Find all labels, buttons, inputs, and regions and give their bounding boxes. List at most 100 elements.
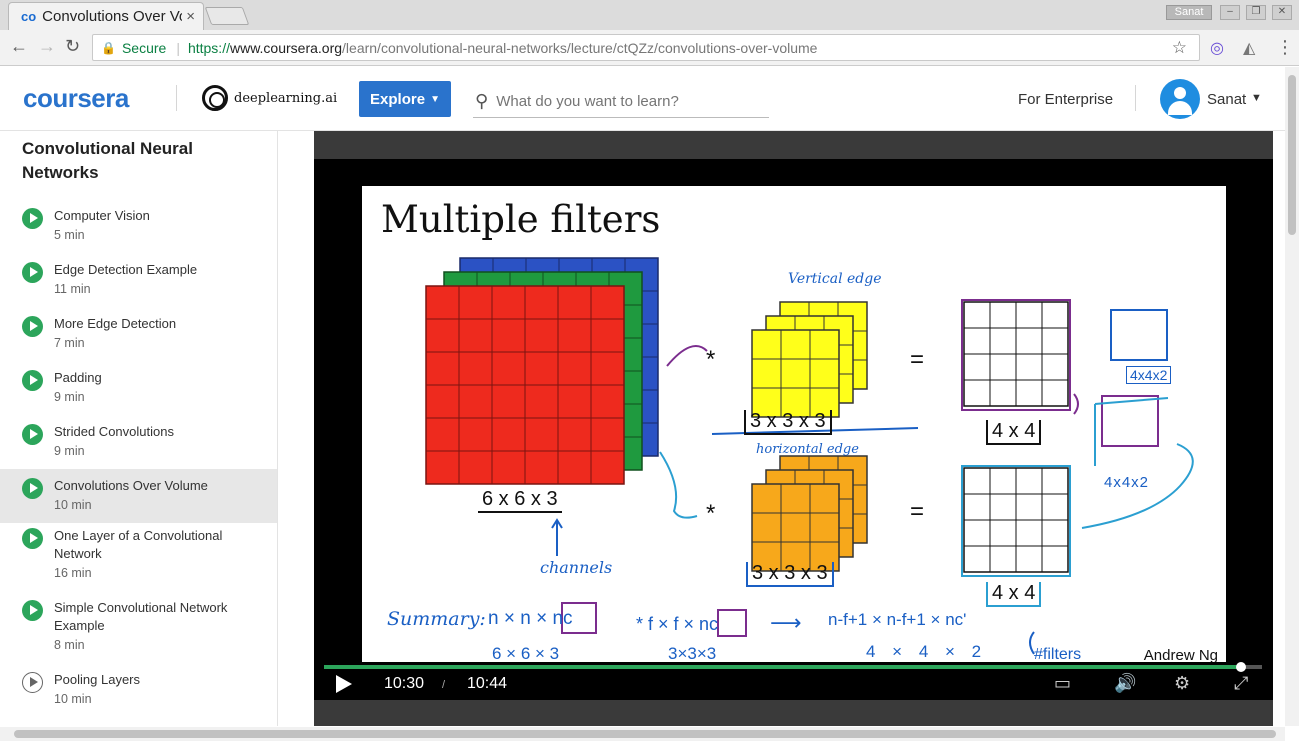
summary-arrow: ⟶: [770, 610, 802, 635]
avatar-body-icon: [1168, 101, 1192, 115]
partner-name: deeplearning.ai: [234, 90, 338, 106]
horizontal-scroll-thumb[interactable]: [14, 730, 1276, 738]
user-menu-caret-icon[interactable]: ▼: [1251, 92, 1262, 104]
subtitles-icon[interactable]: ▭: [1054, 673, 1071, 694]
lesson-duration: 7 min: [54, 336, 85, 350]
deeplearning-logo[interactable]: deeplearning.ai: [202, 85, 337, 111]
summary-eq3: n-f+1 × n-f+1 × nc': [828, 610, 967, 629]
bookmark-star-icon[interactable]: ☆: [1172, 38, 1187, 58]
lesson-name: Convolutions Over Volume: [54, 478, 208, 493]
minimize-window-icon[interactable]: –: [1220, 5, 1240, 20]
url-separator: |: [176, 39, 180, 56]
reload-icon[interactable]: ↻: [65, 36, 80, 57]
current-time: 10:30: [384, 675, 425, 692]
forward-arrow-icon[interactable]: →: [38, 36, 56, 57]
lesson-name: Padding: [54, 370, 102, 385]
equals-symbol-2: =: [910, 498, 925, 525]
close-window-icon[interactable]: ✕: [1272, 5, 1292, 20]
play-circle-icon: [22, 600, 43, 621]
new-tab-button[interactable]: [204, 7, 250, 25]
lesson-duration: 8 min: [54, 638, 85, 652]
tab-title: Convolutions Over Volume: [42, 8, 182, 25]
lesson-duration: 16 min: [54, 566, 92, 580]
lesson-name: Pooling Layers: [54, 672, 140, 687]
coursera-logo[interactable]: coursera: [23, 83, 129, 114]
lesson-item[interactable]: Simple Convolutional Network Example 8 mi…: [0, 595, 277, 665]
url-scheme: https://: [187, 39, 230, 56]
for-enterprise-link[interactable]: For Enterprise: [1018, 91, 1113, 108]
horizontal-scrollbar[interactable]: [0, 727, 1285, 741]
lesson-item[interactable]: Strided Convolutions 9 min: [0, 419, 277, 469]
vertical-scrollbar[interactable]: [1285, 67, 1299, 726]
vertical-edge-note: Vertical edge: [788, 271, 882, 287]
play-circle-icon: [22, 672, 43, 693]
vertical-scroll-thumb[interactable]: [1288, 75, 1296, 235]
header-divider-2: [1135, 85, 1136, 111]
user-name[interactable]: Sanat: [1207, 91, 1246, 108]
stack-label-top: 4x4x2: [1126, 366, 1172, 384]
play-circle-icon: [22, 262, 43, 283]
lesson-duration: 9 min: [54, 444, 85, 458]
search-input[interactable]: [496, 92, 757, 110]
deeplearning-logo-icon: [202, 85, 228, 111]
output-grid-2: [961, 465, 1071, 577]
extension-icon[interactable]: ◎: [1210, 38, 1224, 58]
lesson-item[interactable]: Edge Detection Example 11 min: [0, 257, 277, 307]
header-divider: [176, 85, 177, 111]
address-bar[interactable]: 🔒 Secure | https:// www.coursera.org /le…: [92, 34, 1200, 61]
progress-knob[interactable]: [1236, 662, 1247, 672]
browser-profile-chip[interactable]: Sanat: [1166, 5, 1212, 20]
lesson-item[interactable]: Computer Vision 5 min: [0, 203, 277, 253]
summary-label: Summary:: [387, 608, 486, 630]
play-circle-icon: [22, 424, 43, 445]
back-arrow-icon[interactable]: ←: [10, 36, 28, 57]
channels-arrow: [551, 518, 563, 556]
lesson-item[interactable]: One Layer of a Convolutional Network 16 m…: [0, 523, 277, 593]
volume-icon[interactable]: 🔊: [1114, 673, 1136, 694]
equals-symbol-1: =: [910, 346, 925, 373]
play-circle-icon: [22, 316, 43, 337]
explore-button[interactable]: Explore ▼: [359, 81, 451, 117]
lock-icon: 🔒: [101, 40, 116, 55]
lesson-item[interactable]: Padding 9 min: [0, 365, 277, 415]
summary-sub3: 4 × 4 × 2: [866, 642, 982, 661]
explore-label: Explore: [370, 90, 426, 108]
output1-label: 4 x 4: [986, 420, 1042, 445]
lesson-duration: 5 min: [54, 228, 85, 242]
lesson-duration: 9 min: [54, 390, 85, 404]
lesson-name: Computer Vision: [54, 208, 150, 223]
search-icon[interactable]: ⚲: [475, 91, 488, 112]
lesson-item[interactable]: More Edge Detection 7 min: [0, 311, 277, 361]
course-sidebar: Convolutional Neural Networks Computer V…: [0, 131, 278, 726]
lesson-item[interactable]: Convolutions Over Volume 10 min: [0, 469, 277, 523]
lesson-item[interactable]: Pooling Layers 10 min: [0, 667, 277, 717]
lesson-name: Strided Convolutions: [54, 424, 174, 439]
tab-close-icon[interactable]: ×: [186, 8, 195, 25]
play-button[interactable]: [336, 675, 352, 693]
lesson-duration: 10 min: [54, 692, 92, 706]
fullscreen-icon[interactable]: ⤢: [1234, 673, 1248, 694]
filter2-label: 3 x 3 x 3: [746, 562, 834, 587]
avatar[interactable]: [1160, 79, 1200, 119]
output-grid-1: [961, 299, 1071, 411]
restore-window-icon[interactable]: ❐: [1246, 5, 1266, 20]
course-title[interactable]: Convolutional Neural Networks: [22, 137, 252, 185]
extension-2-icon[interactable]: ◭: [1243, 38, 1255, 58]
play-circle-icon: [22, 478, 43, 499]
browser-menu-icon[interactable]: ⋮: [1276, 37, 1294, 58]
settings-gear-icon[interactable]: ⚙: [1174, 673, 1190, 694]
address-toolbar: ← → ↻ 🔒 Secure | https:// www.coursera.o…: [0, 30, 1299, 66]
player-controls: 10:30 / 10:44 ▭ 🔊 ⚙ ⤢: [314, 662, 1273, 700]
filter1-label: 3 x 3 x 3: [744, 410, 832, 435]
progress-fill: [324, 665, 1242, 669]
progress-bar[interactable]: [324, 662, 1262, 672]
secure-label: Secure: [121, 39, 167, 56]
lesson-name: One Layer of a Convolutional Network: [54, 528, 223, 561]
output2-label: 4 x 4: [986, 582, 1042, 607]
url-host: www.coursera.org: [229, 39, 343, 56]
search-box: ⚲: [473, 85, 769, 118]
channels-note: channels: [540, 558, 613, 577]
avatar-head-icon: [1174, 87, 1186, 99]
yellow-front: [751, 329, 840, 418]
browser-tab[interactable]: co Convolutions Over Volume ×: [8, 2, 204, 30]
